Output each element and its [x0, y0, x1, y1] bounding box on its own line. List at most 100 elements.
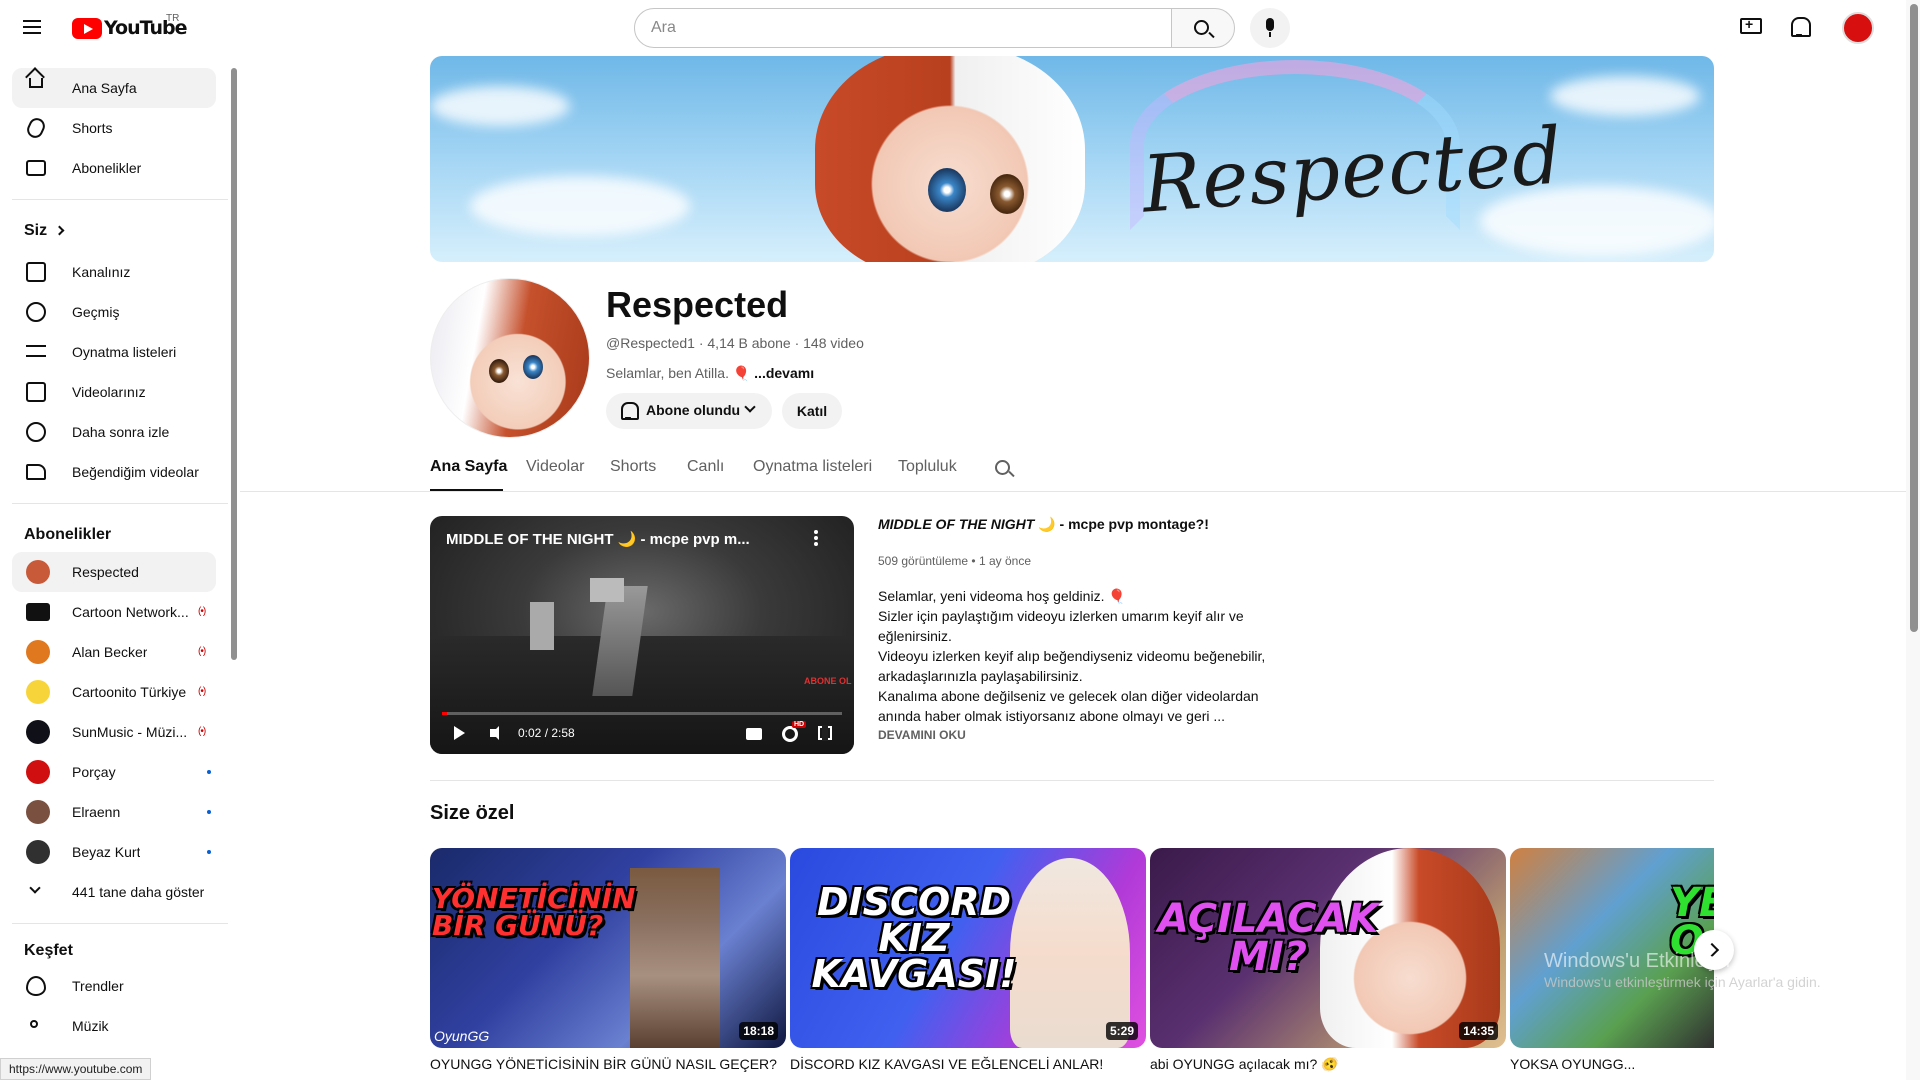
sidebar-item-playlists[interactable]: Oynatma listeleri	[12, 332, 216, 372]
menu-icon[interactable]	[20, 16, 44, 40]
video-card-thumbnail[interactable]: AÇILACAK MI? 14:35	[1150, 848, 1506, 1048]
sidebar-sub-sunmusic[interactable]: SunMusic - Müzi... (•)	[12, 712, 216, 752]
cloud	[430, 86, 570, 126]
tab-home[interactable]: Ana Sayfa	[430, 458, 507, 476]
trending-icon	[26, 976, 46, 996]
sidebar-item-label: Beyaz Kurt	[72, 844, 141, 860]
sidebar-item-watch-later[interactable]: Daha sonra izle	[12, 412, 216, 452]
video-card-thumbnail[interactable]: DISCORD KIZ KAVGASI! 5:29	[790, 848, 1146, 1048]
sidebar-item-home[interactable]: Ana Sayfa	[12, 68, 216, 108]
sidebar-scrollbar[interactable]	[231, 68, 237, 660]
channel-name: Respected	[606, 284, 789, 325]
show-more-link[interactable]: ...devamı	[754, 365, 814, 381]
banner-character-eye	[990, 174, 1024, 214]
time-display: 0:02 / 2:58	[518, 726, 575, 740]
page-scrollbar[interactable]	[1910, 4, 1918, 632]
create-video-icon[interactable]	[1740, 16, 1762, 34]
section-title: Size özel	[430, 802, 515, 824]
music-icon	[30, 1020, 38, 1028]
progress-bar[interactable]	[442, 712, 842, 715]
search-icon[interactable]	[995, 460, 1010, 475]
sidebar-sub-cartoon-network[interactable]: Cartoon Network... (•)	[12, 592, 216, 632]
sidebar-item-music[interactable]: Müzik	[12, 1006, 216, 1046]
channel-handle: @Respected1	[606, 335, 695, 351]
volume-icon[interactable]	[490, 726, 499, 740]
description-line: Kanalıma abone değilseniz ve gelecek ola…	[878, 688, 1259, 704]
sidebar-item-label: Videolarınız	[72, 384, 146, 400]
profile-avatar[interactable]	[1842, 12, 1874, 44]
video-card-thumbnail[interactable]: YÖNETİCİNİN BİR GÜNÜ? OyunGG 18:18	[430, 848, 786, 1048]
notifications-icon[interactable]	[1790, 17, 1811, 37]
channel-description[interactable]: Selamlar, ben Atilla. 🎈 ...devamı	[606, 365, 814, 382]
video-player[interactable]: MIDDLE OF THE NIGHT 🌙 - mcpe pvp m... AB…	[430, 516, 854, 754]
join-button[interactable]: Katıl	[782, 393, 842, 429]
your-channel-icon	[26, 262, 46, 282]
sidebar-sub-respected[interactable]: Respected	[12, 552, 216, 592]
channel-avatar	[26, 560, 50, 584]
tab-live[interactable]: Canlı	[687, 458, 724, 476]
settings-icon[interactable]	[782, 726, 798, 742]
sidebar-item-your-videos[interactable]: Videolarınız	[12, 372, 216, 412]
video-card-title[interactable]: YOKSA OYUNGG...	[1510, 1056, 1635, 1072]
subscribed-button[interactable]: Abone olundu	[606, 393, 772, 429]
video-count: 148 video	[803, 335, 864, 351]
video-card-title[interactable]: abi OYUNGG açılacak mı? 🫨	[1150, 1056, 1339, 1073]
description-line: Videoyu izlerken keyif alıp beğendiyseni…	[878, 648, 1266, 664]
subtitles-icon[interactable]	[746, 728, 762, 740]
player-figure	[590, 578, 624, 602]
new-content-dot	[207, 770, 211, 774]
search-button[interactable]	[1171, 8, 1235, 48]
sidebar-item-label: Alan Becker	[72, 644, 148, 660]
video-card-title[interactable]: OYUNGG YÖNETİCİSİNİN BİR GÜNÜ NASIL GEÇE…	[430, 1056, 777, 1072]
show-more-button[interactable]: 441 tane daha göster	[12, 872, 216, 912]
read-more-link[interactable]: DEVAMINI OKU	[878, 728, 966, 742]
tab-videos[interactable]: Videolar	[526, 458, 584, 476]
subscribed-label: Abone olundu	[646, 402, 741, 418]
section-divider	[430, 780, 1714, 781]
sidebar-sub-cartoonito[interactable]: Cartoonito Türkiye (•)	[12, 672, 216, 712]
sidebar-divider	[12, 199, 228, 200]
sidebar-sub-beyaz-kurt[interactable]: Beyaz Kurt	[12, 832, 216, 872]
sidebar-you-header[interactable]: Siz	[12, 212, 216, 252]
channel-avatar	[26, 760, 50, 784]
play-icon[interactable]	[454, 726, 465, 740]
tab-playlists[interactable]: Oynatma listeleri	[753, 458, 872, 476]
channel-banner: Respected	[430, 56, 1714, 262]
thumb-text: AÇILACAK MI?	[1158, 896, 1379, 980]
sidebar-item-label: Respected	[72, 564, 139, 580]
voice-search-button[interactable]	[1250, 8, 1290, 48]
sidebar-item-liked-videos[interactable]: Beğendiğim videolar	[12, 452, 216, 492]
home-icon	[29, 78, 43, 88]
channel-description-text: Selamlar, ben Atilla. 🎈	[606, 365, 751, 381]
status-bar-url: https://www.youtube.com	[0, 1058, 152, 1080]
watch-later-icon	[26, 422, 46, 442]
sidebar-item-shorts[interactable]: Shorts	[12, 108, 216, 148]
sidebar-sub-porcay[interactable]: Porçay	[12, 752, 216, 792]
shorts-icon	[24, 115, 48, 141]
sidebar-sub-alan-becker[interactable]: Alan Becker (•)	[12, 632, 216, 672]
country-code: TR	[166, 13, 180, 24]
sidebar-item-history[interactable]: Geçmiş	[12, 292, 216, 332]
tab-community[interactable]: Topluluk	[898, 458, 957, 476]
banner-character-eye	[928, 168, 966, 212]
sidebar-sub-elraenn[interactable]: Elraenn	[12, 792, 216, 832]
thumb-signature: OyunGG	[434, 1028, 490, 1044]
tab-shorts[interactable]: Shorts	[610, 458, 656, 476]
player-watermark: ABONE OL	[804, 676, 852, 686]
new-content-dot	[207, 850, 211, 854]
sidebar: Ana Sayfa Shorts Abonelikler Siz Kanalın…	[0, 56, 232, 1080]
video-card-thumbnail[interactable]: YE O	[1510, 848, 1714, 1048]
sidebar-item-label: Daha sonra izle	[72, 424, 170, 440]
sidebar-item-label: Cartoon Network...	[72, 604, 189, 620]
search-input[interactable]	[634, 8, 1172, 48]
channel-avatar[interactable]	[430, 278, 590, 438]
more-options-icon[interactable]	[814, 530, 818, 546]
featured-video-title[interactable]: MIDDLE OF THE NIGHT 🌙 - mcpe pvp montage…	[878, 516, 1209, 533]
hd-badge: HD	[792, 721, 807, 728]
sidebar-item-trending[interactable]: Trendler	[12, 966, 216, 1006]
sidebar-item-your-channel[interactable]: Kanalınız	[12, 252, 216, 292]
sidebar-item-subscriptions[interactable]: Abonelikler	[12, 148, 216, 188]
video-card-title[interactable]: DİSCORD KIZ KAVGASI VE EĞLENCELİ ANLAR!	[790, 1056, 1103, 1072]
fullscreen-icon[interactable]	[818, 725, 832, 741]
sidebar-item-label: Trendler	[72, 978, 124, 994]
